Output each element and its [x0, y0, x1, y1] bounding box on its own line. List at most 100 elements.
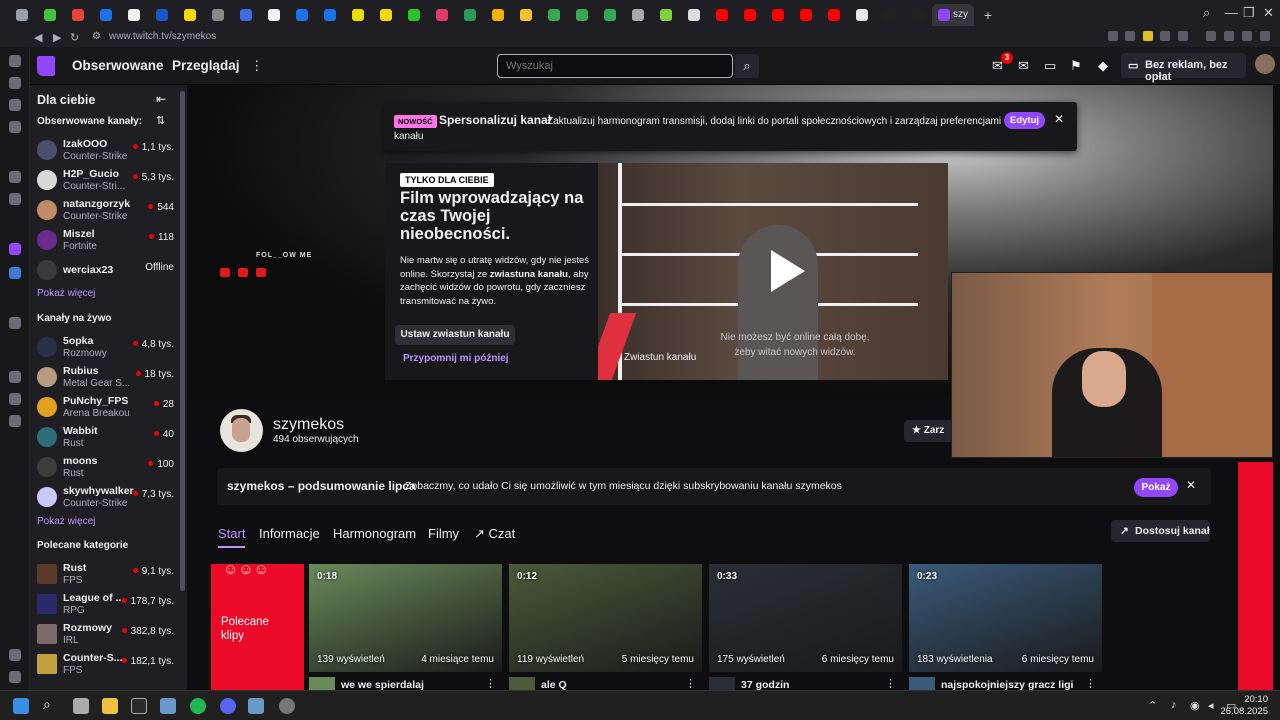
- browser-tab[interactable]: [876, 4, 904, 26]
- browser-tab[interactable]: [176, 4, 204, 26]
- tab-videos[interactable]: Filmy: [428, 526, 459, 541]
- browser-tab[interactable]: [820, 4, 848, 26]
- browser-tab[interactable]: [512, 4, 540, 26]
- forward-icon[interactable]: ▶: [53, 31, 61, 44]
- clip-menu-icon[interactable]: ⋮: [485, 677, 496, 690]
- browser-tab[interactable]: [64, 4, 92, 26]
- tab-start[interactable]: Start: [218, 526, 245, 541]
- trailer-video[interactable]: Nie możesz być online całą dobę, żeby wi…: [598, 163, 948, 380]
- edit-button[interactable]: Edytuj: [1004, 112, 1045, 129]
- browser-tab[interactable]: [344, 4, 372, 26]
- browser-tab[interactable]: [120, 4, 148, 26]
- messenger-panel-icon[interactable]: [9, 267, 21, 279]
- system-clock[interactable]: 20:10 26.08.2025: [1220, 694, 1268, 718]
- side-panel-icon[interactable]: [9, 649, 21, 661]
- sort-icon[interactable]: ⇅: [156, 114, 165, 127]
- browser-tab[interactable]: [36, 4, 64, 26]
- sidebar-channel-item[interactable]: skywhywalker Counter-Strike 7,3 tys.: [30, 483, 180, 511]
- steam-icon[interactable]: [248, 698, 264, 714]
- close-window-icon[interactable]: ✕: [1263, 5, 1274, 21]
- channel-avatar[interactable]: [220, 409, 263, 452]
- browser-tab[interactable]: [792, 4, 820, 26]
- browser-tab[interactable]: [232, 4, 260, 26]
- set-trailer-button[interactable]: Ustaw zwiastun kanału: [395, 325, 515, 345]
- more-menu-icon[interactable]: ⋮: [250, 58, 264, 74]
- clip-menu-icon[interactable]: ⋮: [885, 677, 896, 690]
- browser-tab[interactable]: [652, 4, 680, 26]
- manage-button[interactable]: ★ Zarz: [904, 420, 954, 442]
- twitch-logo-icon[interactable]: [37, 56, 55, 76]
- sidebar-channel-item[interactable]: League of ... RPG 178,7 tys.: [30, 590, 180, 618]
- sidebar-channel-item[interactable]: IzakOOO Counter-Strike 1,1 tys.: [30, 136, 180, 164]
- browser-tab[interactable]: [736, 4, 764, 26]
- browser-tab[interactable]: [680, 4, 708, 26]
- prime-icon[interactable]: ◆: [1098, 58, 1108, 74]
- extension-icon[interactable]: [1108, 31, 1118, 41]
- browser-tab[interactable]: [92, 4, 120, 26]
- clip-menu-icon[interactable]: ⋮: [685, 677, 696, 690]
- extension-icon[interactable]: [1143, 31, 1153, 41]
- browser-tab[interactable]: [596, 4, 624, 26]
- browser-tab[interactable]: [568, 4, 596, 26]
- file-explorer-icon[interactable]: [102, 698, 118, 714]
- site-info-icon[interactable]: ⚙: [92, 31, 101, 42]
- browser-tab[interactable]: [400, 4, 428, 26]
- menu-dots-icon[interactable]: [1260, 31, 1270, 41]
- sidebar-channel-item[interactable]: Rust FPS 9,1 tys.: [30, 560, 180, 588]
- browser-tab[interactable]: [848, 4, 876, 26]
- volume-icon[interactable]: ◂: [1208, 699, 1214, 712]
- discord-icon[interactable]: [220, 698, 236, 714]
- tab-schedule[interactable]: Harmonogram: [333, 526, 416, 541]
- spotify-icon[interactable]: [190, 698, 206, 714]
- browser-tab[interactable]: [708, 4, 736, 26]
- tray-expand-icon[interactable]: ⌃: [1148, 699, 1157, 712]
- play-icon[interactable]: [771, 250, 805, 292]
- clip-menu-icon[interactable]: ⋮: [1085, 677, 1096, 690]
- tab-info[interactable]: Informacje: [259, 526, 320, 541]
- extension-icon[interactable]: [1160, 31, 1170, 41]
- webcam-overlay[interactable]: [951, 272, 1273, 458]
- whispers-icon[interactable]: ▭: [1044, 58, 1056, 74]
- search-tabs-icon[interactable]: ⌕: [1203, 5, 1210, 21]
- browser-taskbar-icon[interactable]: [131, 698, 147, 714]
- sidebar-channel-item[interactable]: Counter-S... FPS 182,1 tys.: [30, 650, 180, 678]
- adfree-button[interactable]: ▭ Bez reklam, bez opłat: [1121, 53, 1246, 83]
- browser-tab[interactable]: [148, 4, 176, 26]
- search-icon[interactable]: ⌕: [735, 54, 759, 78]
- browser-tab[interactable]: [540, 4, 568, 26]
- sidebar-channel-item[interactable]: natanzgorzyk Counter-Strike 544: [30, 196, 180, 224]
- browser-tab[interactable]: [316, 4, 344, 26]
- sidebar-channel-item[interactable]: H2P_Gucio Counter-Stri... 5,3 tys.: [30, 166, 180, 194]
- browser-tab[interactable]: [484, 4, 512, 26]
- sidebar-channel-item[interactable]: moons Rust 100: [30, 453, 180, 481]
- browser-tab[interactable]: [372, 4, 400, 26]
- steam-icon[interactable]: [160, 698, 176, 714]
- sidebar-channel-item[interactable]: Rubius Metal Gear S... 18 tys.: [30, 363, 180, 391]
- clip-card[interactable]: 0:23 183 wyświetlenia 6 miesięcy temu najsp…: [909, 564, 1102, 690]
- side-panel-icon[interactable]: [9, 99, 21, 111]
- browser-tab[interactable]: [456, 4, 484, 26]
- browser-tab[interactable]: [204, 4, 232, 26]
- tab-chat[interactable]: ↗ Czat: [474, 526, 515, 542]
- collapse-sidebar-icon[interactable]: ⇤: [156, 92, 166, 106]
- extension-icon[interactable]: [1242, 31, 1252, 41]
- browser-tab-active[interactable]: szy: [932, 3, 974, 26]
- side-panel-icon[interactable]: [9, 671, 21, 683]
- new-tab-button[interactable]: +: [974, 4, 1002, 26]
- side-panel-icon[interactable]: [9, 371, 21, 383]
- clip-card[interactable]: 0:12 119 wyświetleń 5 miesięcy temu ale Q ⋮: [509, 564, 702, 690]
- side-panel-icon[interactable]: [9, 193, 21, 205]
- show-more-live[interactable]: Pokaż więcej: [37, 516, 95, 527]
- network-icon[interactable]: ◉: [1190, 699, 1200, 712]
- start-icon[interactable]: [13, 698, 29, 714]
- browser-tab[interactable]: [8, 4, 36, 26]
- close-notice-icon[interactable]: ✕: [1054, 112, 1064, 126]
- sidebar-scrollbar[interactable]: [180, 91, 185, 591]
- reload-icon[interactable]: ↻: [70, 31, 79, 44]
- sidebar-channel-item[interactable]: werciax23 Offline: [30, 256, 180, 284]
- clip-card[interactable]: 0:33 175 wyświetleń 6 miesięcy temu 37 godz…: [709, 564, 902, 690]
- sidebar-channel-item[interactable]: PuNchy_FPSArena Breakout... 28: [30, 393, 180, 421]
- maximize-icon[interactable]: ❐: [1243, 5, 1255, 21]
- side-panel-icon[interactable]: [9, 415, 21, 427]
- extension-icon[interactable]: [1206, 31, 1216, 41]
